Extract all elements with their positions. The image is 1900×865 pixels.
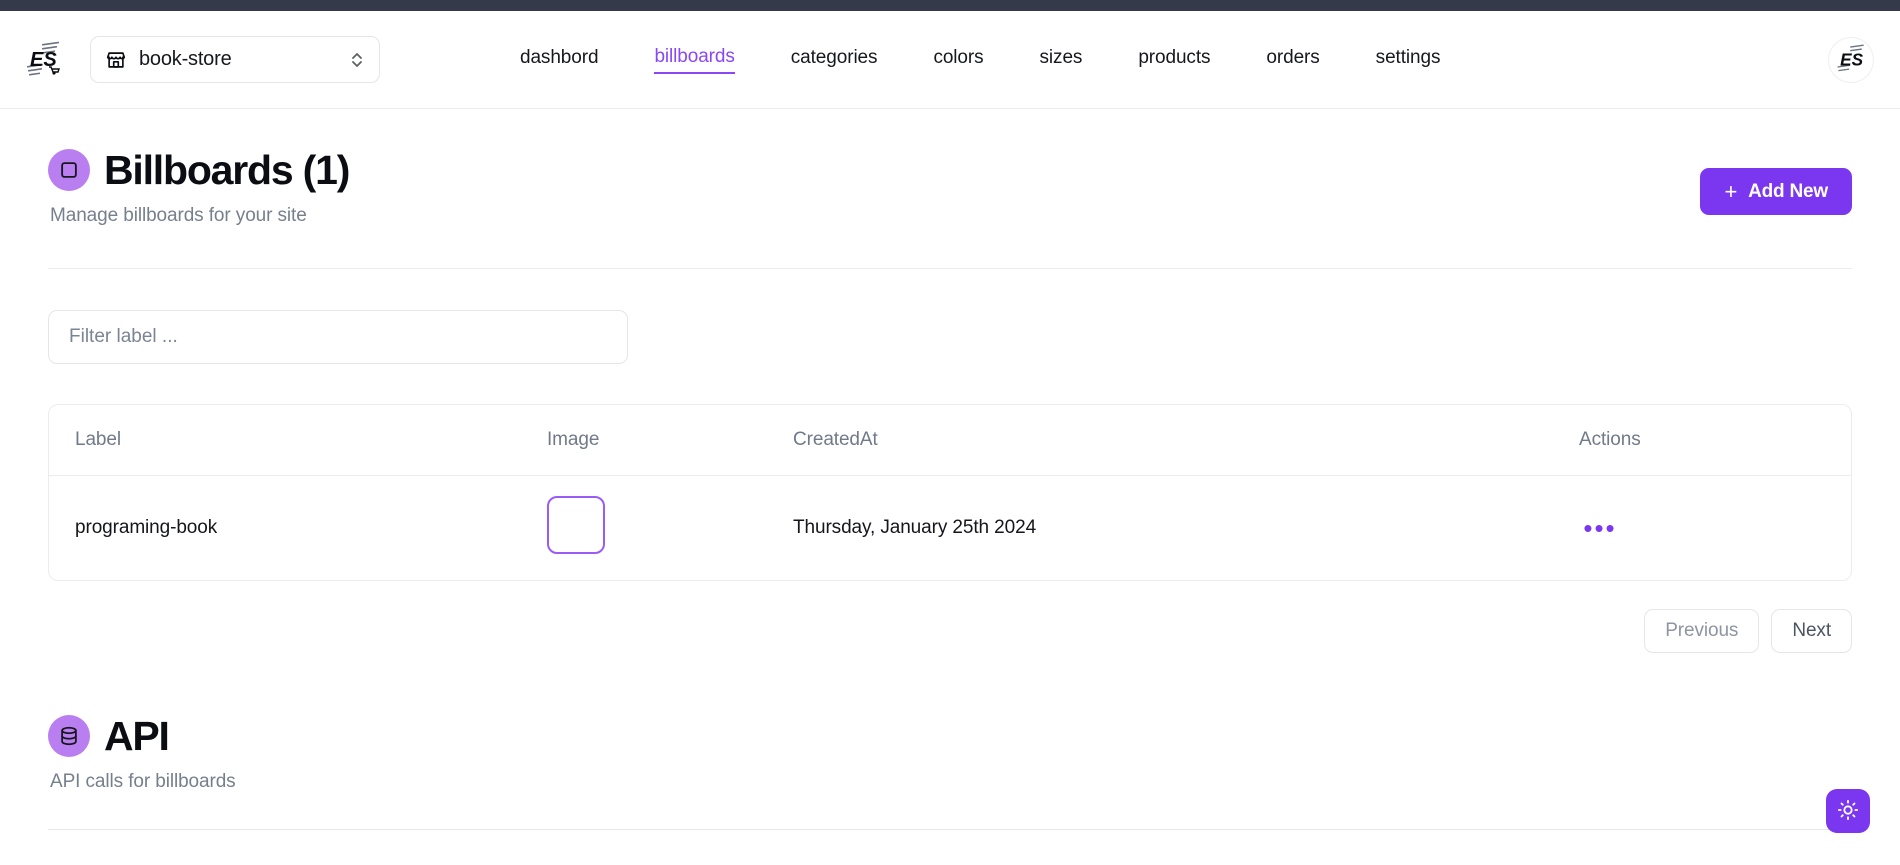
nav-link-orders[interactable]: orders: [1266, 47, 1319, 73]
filter-label-input[interactable]: [48, 310, 628, 364]
add-new-button-label: Add New: [1748, 180, 1828, 202]
column-header-actions: Actions: [1571, 405, 1851, 476]
plus-icon: +: [1724, 178, 1738, 204]
sun-icon: [1837, 799, 1859, 824]
top-strip: [0, 0, 1900, 11]
store-switcher-value: book-store: [139, 48, 232, 70]
next-page-button[interactable]: Next: [1771, 609, 1852, 653]
column-header-label: Label: [49, 405, 547, 476]
api-heading-row: API: [48, 715, 1852, 757]
main-nav: dashbord billboards categories colors si…: [520, 46, 1440, 74]
nav-link-products[interactable]: products: [1138, 47, 1210, 73]
page-header: Billboards (1) Manage billboards for you…: [48, 149, 1852, 227]
page-content: Billboards (1) Manage billboards for you…: [0, 109, 1900, 830]
header-divider: [48, 268, 1852, 269]
cell-label: programing-book: [75, 517, 218, 538]
store-icon: [105, 49, 127, 71]
theme-toggle-button[interactable]: [1826, 789, 1870, 833]
cell-image: [547, 476, 793, 581]
row-actions-menu-button[interactable]: •••: [1579, 511, 1621, 545]
svg-text:ES: ES: [30, 49, 57, 71]
cell-actions: •••: [1571, 476, 1851, 581]
heading-block: Billboards (1) Manage billboards for you…: [48, 146, 350, 227]
api-title: API: [104, 712, 170, 759]
api-section: API API calls for billboards: [48, 715, 1852, 830]
api-divider: [48, 829, 1852, 830]
database-icon: [48, 715, 90, 757]
nav-link-colors[interactable]: colors: [933, 47, 983, 73]
column-header-image: Image: [547, 405, 793, 476]
add-new-button[interactable]: + Add New: [1700, 168, 1852, 215]
cell-createdat: Thursday, January 25th 2024: [793, 517, 1037, 538]
nav-link-dashbord[interactable]: dashbord: [520, 47, 599, 73]
previous-page-button[interactable]: Previous: [1644, 609, 1760, 653]
chevron-up-down-icon: [349, 50, 365, 70]
page-subtitle: Manage billboards for your site: [50, 205, 307, 226]
page-title: Billboards (1): [104, 146, 350, 193]
square-icon: [48, 149, 90, 191]
table-header-row: Label Image CreatedAt Actions: [49, 405, 1851, 476]
avatar[interactable]: ES: [1828, 36, 1874, 83]
svg-text:ES: ES: [1840, 49, 1863, 69]
nav-link-categories[interactable]: categories: [791, 47, 878, 73]
nav-link-billboards[interactable]: billboards: [654, 46, 735, 74]
billboard-thumbnail[interactable]: [547, 496, 605, 554]
nav-link-settings[interactable]: settings: [1376, 47, 1441, 73]
navbar: ES book-store dashbord billboards catego…: [0, 11, 1900, 109]
table-row: programing-book Thursday, January 25th 2…: [49, 476, 1851, 581]
brand-logo-icon: ES: [20, 37, 66, 83]
api-subtitle: API calls for billboards: [50, 771, 236, 792]
store-switcher[interactable]: book-store: [90, 36, 380, 83]
nav-link-sizes[interactable]: sizes: [1040, 47, 1083, 73]
heading-row: Billboards (1): [48, 146, 350, 193]
billboards-table: Label Image CreatedAt Actions programing…: [48, 404, 1852, 581]
pagination: Previous Next: [48, 609, 1852, 653]
column-header-createdat: CreatedAt: [793, 405, 1571, 476]
